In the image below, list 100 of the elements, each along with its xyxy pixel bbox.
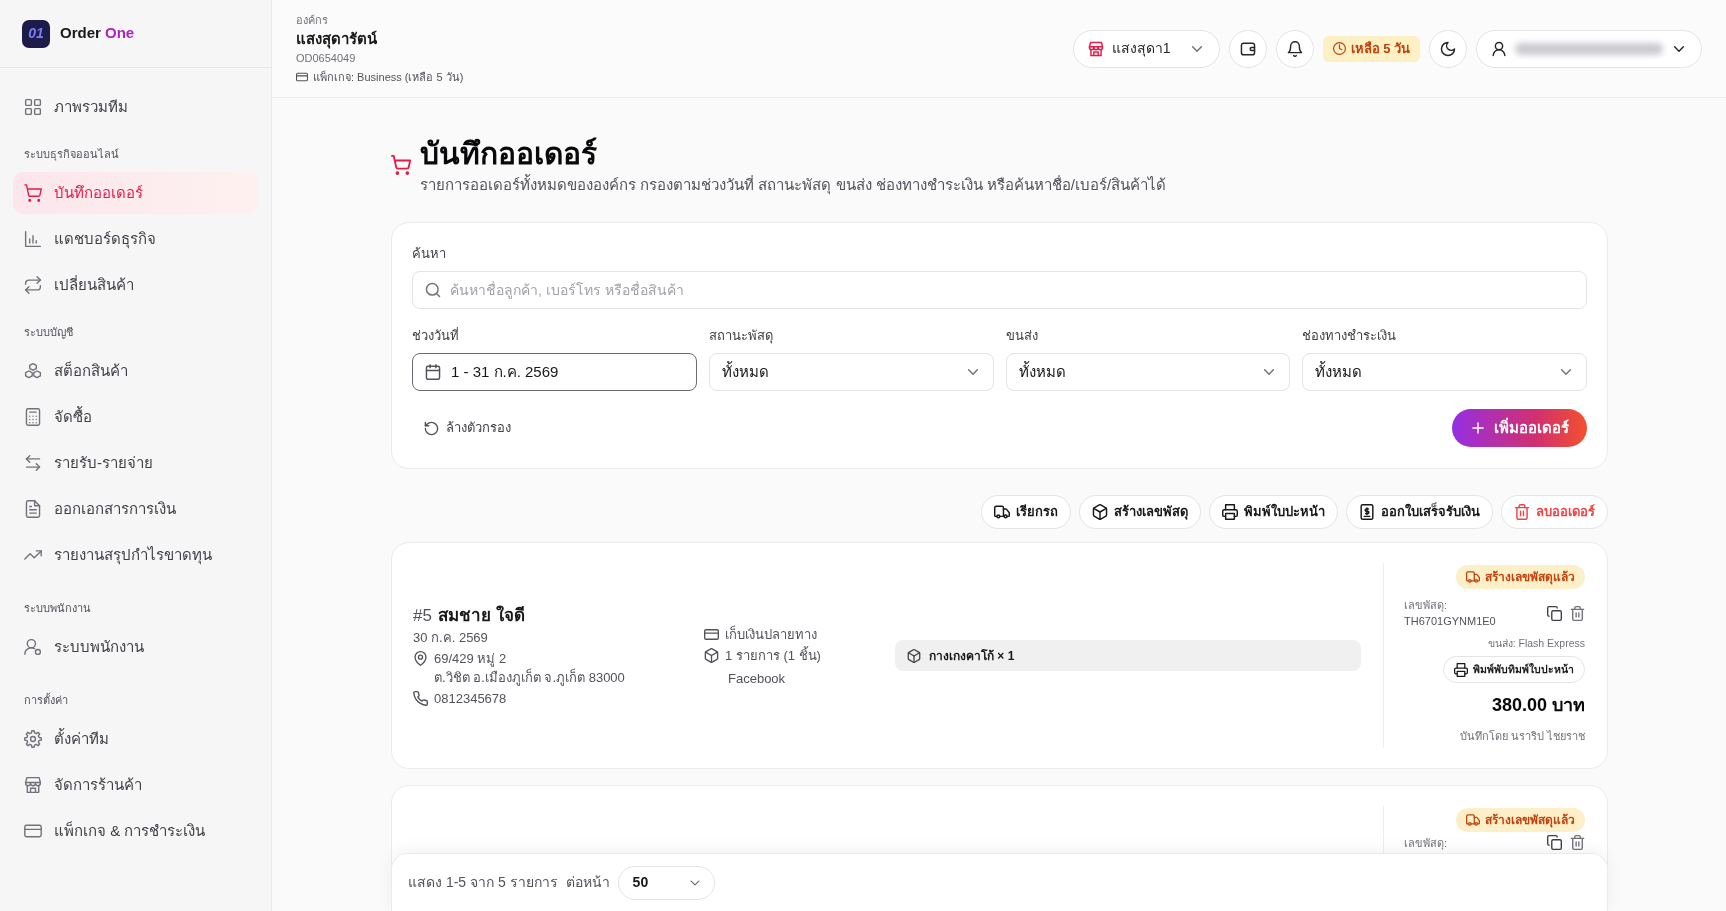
address-line: 69/429 หมู่ 2 [434,649,508,668]
notifications-button[interactable] [1275,29,1314,68]
sidebar-item[interactable]: เปลี่ยนสินค้า [13,264,258,306]
left-right-arrows-icon [24,454,42,472]
select-field[interactable]: ทั้งหมด [1005,353,1291,391]
user-icon [1491,40,1507,57]
sidebar-item[interactable]: ออกเอกสารการเงิน [13,488,258,530]
boxes-icon [24,362,42,380]
order-total: 380.00 บาท [1491,694,1585,717]
copy-button[interactable] [1547,605,1562,621]
sidebar-item[interactable]: แดชบอร์ดธุรกิจ [13,218,258,260]
phone-icon [413,690,428,706]
printer-icon [1454,662,1468,677]
box-icon [704,648,719,663]
toolbar-button[interactable]: ออกใบเสร็จรับเงิน [1346,495,1493,529]
sidebar-item[interactable]: แพ็กเกจ & การชำระเงิน [13,810,258,852]
sidebar-item[interactable]: ตั้งค่าทีม [13,718,258,760]
moon-icon [1440,40,1456,57]
clear-filters-button[interactable]: ล้างตัวกรอง [412,411,523,445]
credit-card-icon [296,70,308,83]
box-icon [907,648,921,663]
credit-card-icon [704,627,719,642]
field-label: สถานะพัสดุ [708,327,774,345]
carrier-text: ขนส่ง: Flash Express [1487,636,1585,650]
toolbar-button[interactable]: ลบออเดอร์ [1501,495,1608,529]
delete-tracking-button[interactable] [1570,835,1585,850]
address-line: ต.วิชิต อ.เมืองภูเก็ต จ.ภูเก็ต 83000 [434,667,625,687]
clock-icon [1332,42,1346,55]
package-info: แพ็กเกจ: Business (เหลือ 5 วัน) [313,69,464,85]
search-field[interactable]: ค้นหาชื่อลูกค้า, เบอร์โทร หรือชื่อสินค้า [412,271,1587,309]
brand-name: Order One [60,23,135,44]
bell-icon [1286,40,1303,57]
trash-icon [1570,835,1585,850]
section-heading: การตั้งค่า [23,692,69,708]
copy-icon [1547,835,1562,850]
page-subtitle: รายการออเดอร์ทั้งหมดขององค์กร กรองตามช่วงวันที่ สถานะพัสดุ ขนส่ง ช่องทางชำระเงิน หรือค้นหาชื่อ/เบอร์/สินค้าได้ [420,174,1167,196]
sidebar-item[interactable]: สต็อกสินค้า [13,350,258,392]
swap-arrows-icon [24,276,42,294]
order-number: #5 [413,604,432,627]
wallet-button[interactable] [1228,29,1267,68]
product-text: กางเกงคาโก้ × 1 [929,647,1015,665]
plus-icon [1470,420,1486,436]
page-summary: แสดง 1-5 จาก 5 รายการ [408,873,558,892]
field-label: ขนส่ง [1005,327,1039,345]
add-order-button[interactable]: เพิ่มออเดอร์ [1452,409,1587,447]
store-icon [24,776,42,794]
copy-icon [1547,605,1562,621]
bar-chart-icon [24,230,42,248]
sidebar-item[interactable]: จัดการร้านค้า [13,764,258,806]
order-date: 30 ก.ค. 2569 [413,628,489,647]
credit-card-icon [24,822,42,840]
per-page-label: ต่อหน้า [565,873,610,892]
trial-status-button[interactable]: เหลือ 5 วัน [1322,35,1420,62]
customer-name: สมชาย ใจดี [437,604,525,627]
date-range-field[interactable]: 1 - 31 ก.ค. 2569 [412,353,697,391]
sidebar-item[interactable]: รายรับ-รายจ่าย [13,442,258,484]
tracking-label: เลขพัสดุ: [1404,836,1448,851]
grid-icon [24,98,42,116]
recorded-by: บันทึกโดย นราริป ไชยราช [1459,729,1585,744]
tracking-number: TH6701GYNM1E0 [1404,614,1496,629]
sidebar-item[interactable]: รายงานสรุปกำไรขาดทุน [13,534,258,576]
trash-icon [1570,605,1585,621]
settings-icon [24,730,42,748]
store-selector[interactable]: แสงสุดา1 [1072,29,1220,68]
reset-icon [424,420,439,436]
payment-method: เก็บเงินปลายทาง [725,625,817,644]
search-label: ค้นหา [412,245,447,263]
location-pin-icon [413,650,428,666]
copy-button[interactable] [1547,835,1562,850]
truck-icon [1466,813,1480,827]
status-text: สร้างเลขพัสดุแล้ว [1485,569,1575,586]
person-icon [24,638,42,656]
select-field[interactable]: ทั้งหมด [1302,353,1587,391]
document-icon [24,500,42,518]
sidebar-item[interactable]: บันทึกออเดอร์ [13,172,258,214]
receipt-icon [1359,504,1375,520]
delete-tracking-button[interactable] [1570,605,1585,621]
toolbar-button[interactable]: พิมพ์ใบปะหน้า [1209,495,1338,529]
box-icon [1092,504,1108,520]
field-label: ช่วงวันที่ [412,327,460,345]
wallet-icon [1239,40,1256,57]
calculator-icon [24,408,42,426]
store-icon [1087,40,1104,57]
toolbar-button[interactable]: สร้างเลขพัสดุ [1079,495,1201,529]
print-label-button[interactable]: พิมพ์พับทิมพ์ใบปะหน้า [1443,656,1585,683]
app-logo: 01 [22,19,50,48]
section-heading: ระบบบัญชี [23,325,74,341]
phone-number: 0812345678 [434,689,507,708]
section-heading: ระบบพนักงาน [23,601,92,616]
toolbar-button[interactable]: เรียกรถ [981,495,1071,529]
sidebar-item[interactable]: จัดซื้อ [13,396,258,438]
sidebar-item[interactable]: ระบบพนักงาน [13,626,258,668]
search-icon [425,282,441,298]
sidebar-item[interactable]: ภาพรวมทีม [13,86,258,128]
page-title: บันทึกออเดอร์ [420,136,598,172]
theme-toggle-button[interactable] [1429,29,1467,68]
select-field[interactable]: ทั้งหมด [708,353,994,391]
cart-icon [391,155,411,175]
org-code: OD0654049 [296,50,357,66]
per-page-select[interactable]: 50 [617,865,715,900]
